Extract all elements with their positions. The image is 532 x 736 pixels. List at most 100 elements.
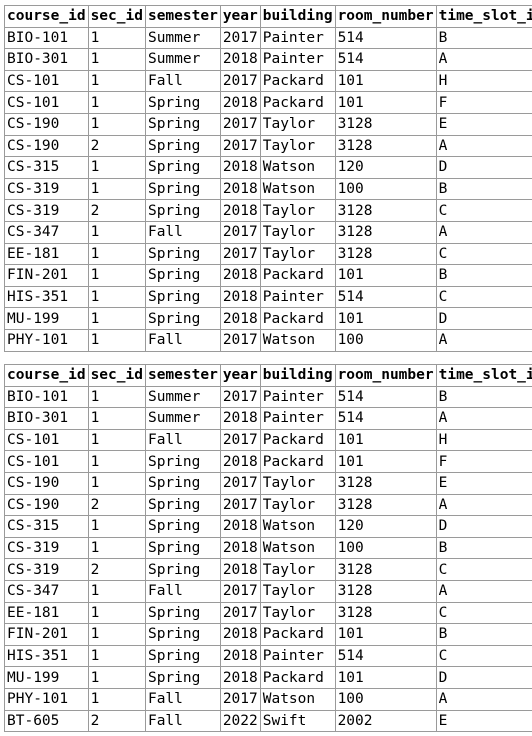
cell-room-number: 101	[334, 666, 437, 689]
cell-building: Painter	[259, 385, 336, 409]
cell-building: Taylor	[259, 199, 336, 222]
cell-semester: Spring	[144, 91, 221, 114]
cell-semester: Fall	[144, 328, 221, 352]
cell-course-id: CS-347	[4, 220, 89, 244]
cell-room-number: 120	[334, 515, 437, 538]
cell-room-number: 3128	[334, 220, 437, 244]
cell-year: 2018	[219, 199, 261, 222]
table-row: CS-347 1 Fall 2017 Taylor 3128 A	[4, 220, 532, 244]
cell-course-id: CS-347	[4, 579, 89, 603]
column-header-semester: semester	[144, 5, 221, 28]
section-table-before: course_id sec_id semester year building room_…	[4, 5, 532, 352]
cell-building: Packard	[259, 666, 336, 689]
table-row: EE-181 1 Spring 2017 Taylor 3128 C	[4, 601, 532, 625]
column-header-building: building	[259, 5, 336, 28]
table-row: MU-199 1 Spring 2018 Packard 101 D	[4, 307, 532, 330]
cell-year: 2018	[219, 536, 261, 560]
table-row: CS-315 1 Spring 2018 Watson 120 D	[4, 156, 532, 179]
cell-semester: Summer	[144, 26, 221, 50]
cell-sec-id: 1	[87, 601, 146, 625]
cell-semester: Spring	[144, 666, 221, 689]
table-row: CS-190 2 Spring 2017 Taylor 3128 A	[4, 134, 532, 158]
cell-building: Packard	[259, 428, 336, 452]
cell-time-slot-id: E	[435, 709, 532, 733]
cell-building: Packard	[259, 623, 336, 646]
cell-semester: Spring	[144, 515, 221, 538]
cell-semester: Fall	[144, 220, 221, 244]
cell-course-id: CS-315	[4, 156, 89, 179]
cell-building: Painter	[259, 407, 336, 430]
cell-sec-id: 2	[87, 558, 146, 581]
cell-room-number: 514	[334, 644, 437, 668]
table-row: CS-319 2 Spring 2018 Taylor 3128 C	[4, 199, 532, 222]
cell-sec-id: 1	[87, 385, 146, 409]
cell-sec-id: 1	[87, 220, 146, 244]
column-header-building: building	[259, 364, 336, 387]
cell-year: 2018	[219, 91, 261, 114]
cell-year: 2017	[219, 242, 261, 266]
cell-sec-id: 1	[87, 579, 146, 603]
cell-semester: Summer	[144, 48, 221, 71]
table-row: FIN-201 1 Spring 2018 Packard 101 B	[4, 264, 532, 287]
column-header-year: year	[219, 364, 261, 387]
cell-room-number: 3128	[334, 601, 437, 625]
cell-building: Taylor	[259, 493, 336, 517]
cell-course-id: CS-190	[4, 471, 89, 495]
cell-semester: Fall	[144, 579, 221, 603]
cell-semester: Spring	[144, 177, 221, 201]
cell-room-number: 514	[334, 407, 437, 430]
cell-year: 2018	[219, 264, 261, 287]
cell-semester: Spring	[144, 134, 221, 158]
cell-sec-id: 2	[87, 199, 146, 222]
table-row: HIS-351 1 Spring 2018 Painter 514 C	[4, 285, 532, 309]
table-header: course_id sec_id semester year building room_…	[4, 5, 532, 28]
table-row: CS-101 1 Fall 2017 Packard 101 H	[4, 428, 532, 452]
cell-time-slot-id: C	[435, 558, 532, 581]
cell-room-number: 101	[334, 69, 437, 93]
cell-room-number: 3128	[334, 493, 437, 517]
cell-sec-id: 1	[87, 177, 146, 201]
cell-year: 2018	[219, 450, 261, 473]
cell-year: 2017	[219, 687, 261, 711]
cell-time-slot-id: D	[435, 515, 532, 538]
table-row: EE-181 1 Spring 2017 Taylor 3128 C	[4, 242, 532, 266]
cell-time-slot-id: H	[435, 428, 532, 452]
cell-time-slot-id: C	[435, 644, 532, 668]
cell-room-number: 514	[334, 385, 437, 409]
cell-year: 2018	[219, 558, 261, 581]
cell-year: 2017	[219, 428, 261, 452]
cell-year: 2018	[219, 285, 261, 309]
cell-course-id: FIN-201	[4, 264, 89, 287]
cell-time-slot-id: A	[435, 220, 532, 244]
cell-year: 2018	[219, 307, 261, 330]
cell-course-id: EE-181	[4, 242, 89, 266]
cell-course-id: BIO-301	[4, 407, 89, 430]
cell-course-id: HIS-351	[4, 644, 89, 668]
cell-course-id: CS-190	[4, 112, 89, 136]
cell-sec-id: 1	[87, 666, 146, 689]
cell-building: Packard	[259, 69, 336, 93]
cell-year: 2017	[219, 26, 261, 50]
cell-time-slot-id: E	[435, 112, 532, 136]
cell-semester: Fall	[144, 428, 221, 452]
table-row: FIN-201 1 Spring 2018 Packard 101 B	[4, 623, 532, 646]
cell-year: 2017	[219, 385, 261, 409]
cell-room-number: 3128	[334, 242, 437, 266]
cell-semester: Spring	[144, 156, 221, 179]
cell-time-slot-id: A	[435, 579, 532, 603]
cell-building: Watson	[259, 328, 336, 352]
cell-sec-id: 1	[87, 328, 146, 352]
table-row: BIO-301 1 Summer 2018 Painter 514 A	[4, 407, 532, 430]
cell-year: 2018	[219, 156, 261, 179]
table-row: MU-199 1 Spring 2018 Packard 101 D	[4, 666, 532, 689]
cell-building: Watson	[259, 515, 336, 538]
cell-building: Taylor	[259, 112, 336, 136]
cell-course-id: BIO-101	[4, 385, 89, 409]
cell-building: Taylor	[259, 558, 336, 581]
cell-semester: Spring	[144, 601, 221, 625]
table-row: BT-605 2 Fall 2022 Swift 2002 E	[4, 709, 532, 733]
cell-building: Watson	[259, 177, 336, 201]
cell-sec-id: 1	[87, 644, 146, 668]
cell-time-slot-id: B	[435, 623, 532, 646]
cell-building: Watson	[259, 156, 336, 179]
